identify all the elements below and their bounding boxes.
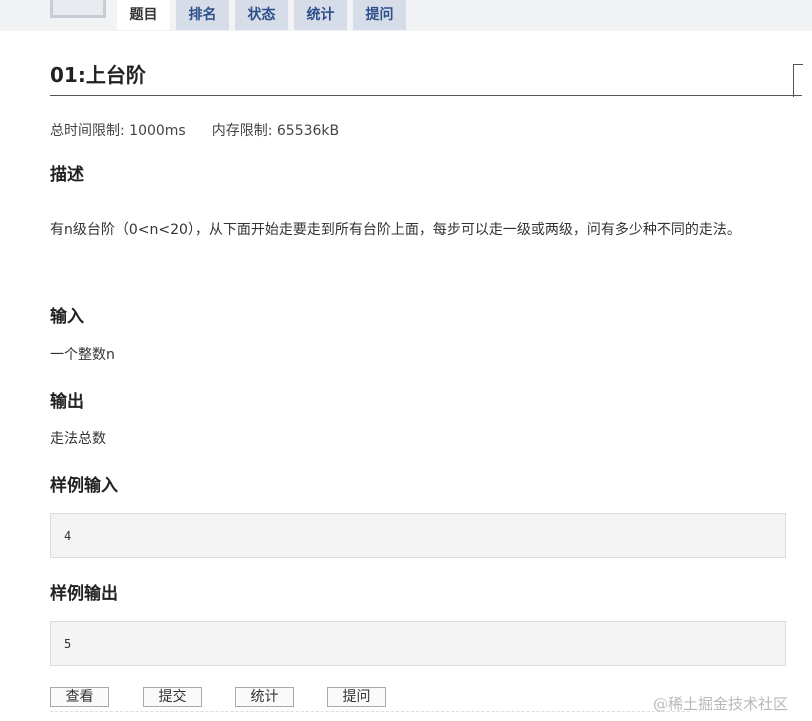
page-title: 01:上台阶 — [50, 63, 146, 87]
tab-ask[interactable]: 提问 — [353, 0, 406, 30]
description-text: 有n级台阶（0<n<20），从下面开始走要走到所有台阶上面，每步可以走一级或两级… — [50, 222, 741, 238]
problem-page: 题目 排名 状态 统计 提问 01:上台阶 总时间限制: 1000ms 内存限制:… — [0, 0, 812, 721]
input-heading: 输入 — [50, 307, 84, 327]
sample-output-heading: 样例输出 — [50, 584, 118, 604]
tab-bar: 题目 排名 状态 统计 提问 — [117, 0, 412, 30]
memory-limit: 内存限制: 65536kB — [211, 123, 340, 139]
output-heading: 输出 — [50, 392, 84, 412]
input-text: 一个整数n — [50, 347, 115, 363]
watermark: @稀土掘金技术社区 — [653, 695, 789, 713]
tab-status[interactable]: 状态 — [235, 0, 288, 30]
site-logo[interactable] — [50, 0, 106, 18]
submit-button[interactable]: 提交 — [143, 687, 202, 707]
tab-statistics[interactable]: 统计 — [294, 0, 347, 30]
view-button[interactable]: 查看 — [50, 687, 109, 707]
title-header: 01:上台阶 — [50, 62, 803, 97]
output-text: 走法总数 — [50, 431, 106, 447]
sample-input-block: 4 — [50, 513, 786, 558]
top-nav-bar: 题目 排名 状态 统计 提问 — [0, 0, 812, 31]
tab-problem[interactable]: 题目 — [117, 0, 170, 30]
footer-divider — [50, 711, 690, 712]
ask-button[interactable]: 提问 — [327, 687, 386, 707]
limits-line: 总时间限制: 1000ms 内存限制: 65536kB — [50, 120, 339, 140]
time-limit: 总时间限制: 1000ms — [50, 123, 186, 139]
sample-output-block: 5 — [50, 621, 786, 666]
stats-button[interactable]: 统计 — [235, 687, 294, 707]
sample-input-heading: 样例输入 — [50, 476, 118, 496]
description-heading: 描述 — [50, 165, 84, 185]
tab-ranking[interactable]: 排名 — [176, 0, 229, 30]
